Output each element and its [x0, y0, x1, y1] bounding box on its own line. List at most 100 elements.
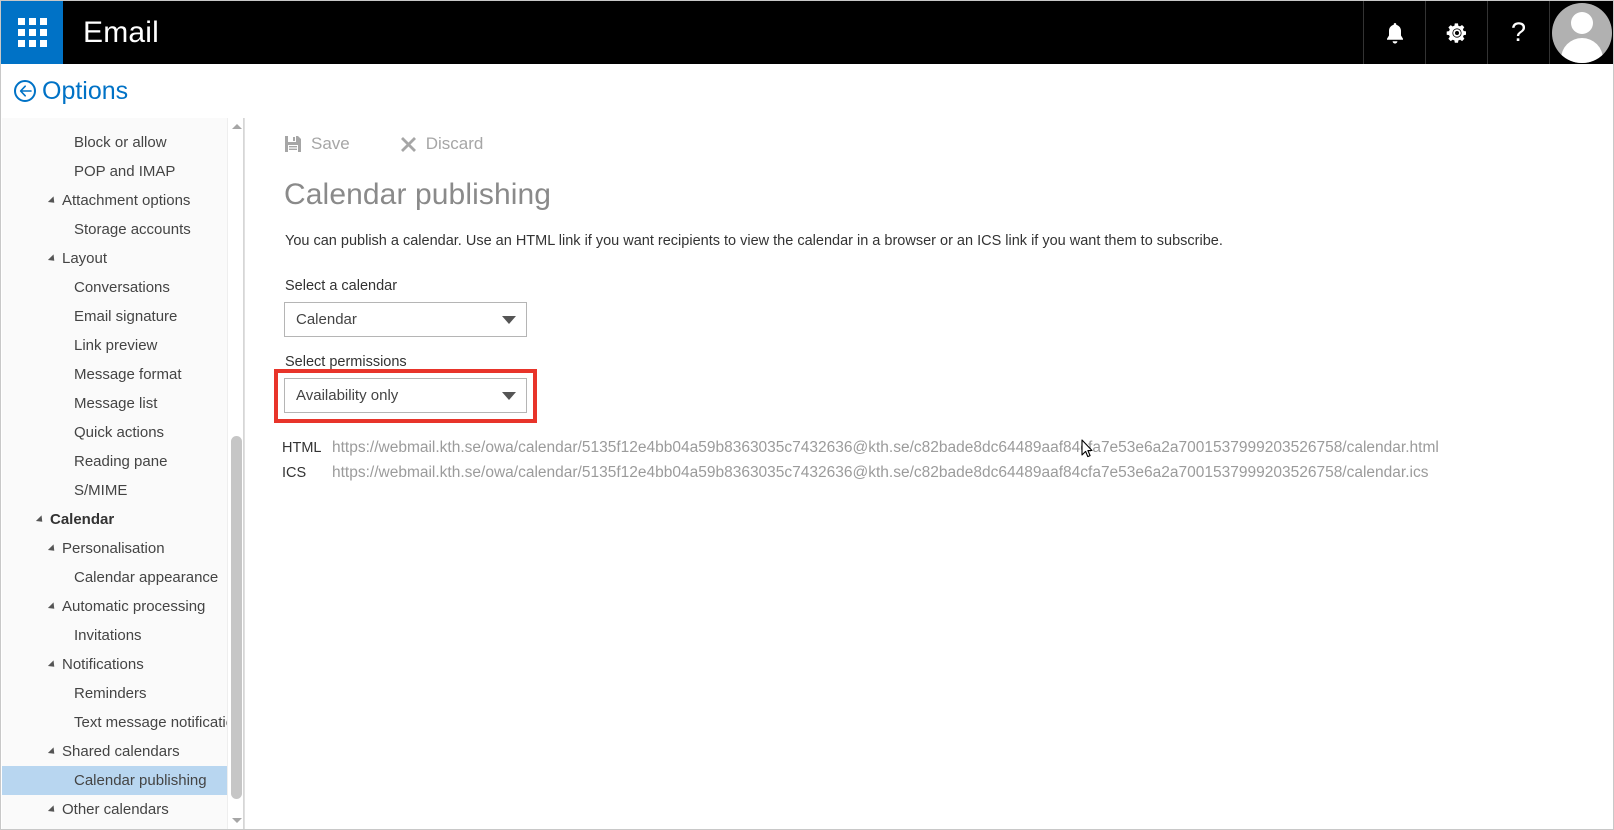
sidebar-item-calendar-publishing[interactable]: Calendar publishing — [2, 766, 228, 795]
command-bar: Save Discard — [284, 134, 483, 154]
select-calendar-label: Select a calendar — [285, 278, 398, 294]
sidebar-item-block-or-allow[interactable]: Block or allow — [2, 128, 228, 157]
sidebar-scrollbar[interactable] — [227, 118, 244, 829]
sidebar-item-text-message-notifications[interactable]: Text message notifications — [2, 708, 228, 737]
sidebar-item-label: Invitations — [74, 627, 142, 644]
app-title: Email — [83, 15, 160, 49]
expand-triangle-icon — [47, 195, 58, 206]
intro-text: You can publish a calendar. Use an HTML … — [285, 233, 1223, 249]
sidebar-item-label: Text message notifications — [74, 714, 228, 731]
sidebar-item-automatic-processing[interactable]: Automatic processing — [2, 592, 228, 621]
publish-link-type: HTML — [282, 440, 322, 456]
sidebar-item-layout[interactable]: Layout — [2, 244, 228, 273]
sidebar-item-pop-and-imap[interactable]: POP and IMAP — [2, 157, 228, 186]
sidebar-item-label: Block or allow — [74, 134, 167, 151]
settings-button[interactable] — [1425, 1, 1487, 64]
select-permissions-dropdown[interactable]: Availability only — [284, 378, 527, 413]
sidebar-item-label: Reminders — [74, 685, 147, 702]
publish-link-row: ICS https://webmail.kth.se/owa/calendar/5… — [282, 464, 1592, 489]
sidebar-item-label: Calendar publishing — [74, 772, 207, 789]
sidebar-item-invitations[interactable]: Invitations — [2, 621, 228, 650]
sidebar-item-storage-accounts[interactable]: Storage accounts — [2, 215, 228, 244]
sidebar-item-label: Reading pane — [74, 453, 168, 470]
save-floppy-icon — [284, 135, 302, 153]
sidebar-item-quick-actions[interactable]: Quick actions — [2, 418, 228, 447]
sidebar-item-label: Message list — [74, 395, 158, 412]
sidebar-item-shared-calendars[interactable]: Shared calendars — [2, 737, 228, 766]
back-label: Options — [42, 76, 129, 105]
chevron-down-icon — [502, 391, 516, 400]
sidebar-item-label: Message format — [74, 366, 182, 383]
options-sidebar: Block or allow POP and IMAP Attachment opt… — [2, 118, 245, 829]
sidebar-item-label: Link preview — [74, 337, 158, 354]
sidebar-item-label: POP and IMAP — [74, 163, 176, 180]
sidebar-item-label: S/MIME — [74, 482, 128, 499]
avatar-head — [1570, 11, 1593, 34]
back-to-options-link[interactable]: Options — [14, 76, 129, 105]
scroll-down-button[interactable] — [228, 812, 245, 829]
suite-header-bar: Email ? — [1, 1, 1613, 64]
sidebar-item-link-preview[interactable]: Link preview — [2, 331, 228, 360]
email-options-window: Email ? Options Block or allow POP and I… — [0, 0, 1614, 830]
sidebar-item-calendar-appearance[interactable]: Calendar appearance — [2, 563, 228, 592]
header-spacer — [159, 1, 1363, 64]
sidebar-item-message-list[interactable]: Message list — [2, 389, 228, 418]
sidebar-item-label: Calendar — [50, 511, 115, 528]
select-permissions-value: Availability only — [296, 387, 399, 404]
help-button[interactable]: ? — [1487, 1, 1549, 64]
account-menu-button[interactable] — [1549, 1, 1613, 64]
sidebar-item-label: Storage accounts — [74, 221, 191, 238]
publish-link-url[interactable]: https://webmail.kth.se/owa/calendar/5135… — [332, 439, 1439, 457]
select-permissions-label: Select permissions — [285, 354, 407, 370]
sidebar-item-email-signature[interactable]: Email signature — [2, 302, 228, 331]
sidebar-item-label: Calendar appearance — [74, 569, 219, 586]
expand-triangle-icon — [47, 543, 58, 554]
sidebar-item-label: Other calendars — [62, 801, 169, 818]
question-mark-icon: ? — [1510, 17, 1527, 47]
expand-triangle-icon — [47, 253, 58, 264]
app-launcher-icon — [17, 18, 47, 47]
select-calendar-dropdown[interactable]: Calendar — [284, 302, 527, 337]
sidebar-item-label: Layout — [62, 250, 108, 267]
expand-triangle-icon — [35, 514, 46, 525]
sidebar-item-s-mime[interactable]: S/MIME — [2, 476, 228, 505]
expand-triangle-icon — [47, 746, 58, 757]
back-arrow-circle-icon — [14, 80, 36, 102]
select-calendar-value: Calendar — [296, 311, 357, 328]
sidebar-item-notifications[interactable]: Notifications — [2, 650, 228, 679]
expand-triangle-icon — [47, 601, 58, 612]
close-x-icon — [400, 136, 417, 153]
sidebar-item-attachment-options[interactable]: Attachment options — [2, 186, 228, 215]
sidebar-item-label: Conversations — [74, 279, 170, 296]
sidebar-item-reminders[interactable]: Reminders — [2, 679, 228, 708]
publish-link-row: HTML https://webmail.kth.se/owa/calendar/… — [282, 439, 1592, 464]
scroll-up-button[interactable] — [228, 118, 245, 135]
chevron-down-icon — [231, 818, 242, 823]
options-header-bar: Options — [1, 64, 1613, 118]
sidebar-item-label: Quick actions — [74, 424, 165, 441]
app-launcher-button[interactable] — [1, 1, 63, 64]
discard-button[interactable]: Discard — [400, 134, 484, 154]
scrollbar-thumb[interactable] — [231, 436, 242, 799]
sidebar-item-personalisation[interactable]: Personalisation — [2, 534, 228, 563]
sidebar-item-calendar[interactable]: Calendar — [2, 505, 228, 534]
expand-triangle-icon — [47, 804, 58, 815]
main-content: Save Discard Calendar publishing You can… — [245, 118, 1613, 829]
avatar — [1551, 2, 1612, 63]
notifications-button[interactable] — [1363, 1, 1425, 64]
sidebar-item-conversations[interactable]: Conversations — [2, 273, 228, 302]
sidebar-item-message-format[interactable]: Message format — [2, 360, 228, 389]
sidebar-item-reading-pane[interactable]: Reading pane — [2, 447, 228, 476]
sidebar-item-label: Shared calendars — [62, 743, 180, 760]
sidebar-item-other-calendars[interactable]: Other calendars — [2, 795, 228, 824]
sidebar-item-birthday-calendar[interactable]: Birthday calendar — [2, 824, 228, 829]
sidebar-item-label: Attachment options — [62, 192, 191, 209]
sidebar-nav-list: Block or allow POP and IMAP Attachment opt… — [2, 118, 228, 829]
chevron-down-icon — [502, 315, 516, 324]
expand-triangle-icon — [47, 659, 58, 670]
gear-icon — [1445, 21, 1469, 45]
discard-label: Discard — [425, 134, 484, 153]
sidebar-item-label: Personalisation — [62, 540, 165, 557]
save-button[interactable]: Save — [284, 134, 350, 154]
publish-link-url[interactable]: https://webmail.kth.se/owa/calendar/5135… — [332, 464, 1428, 482]
